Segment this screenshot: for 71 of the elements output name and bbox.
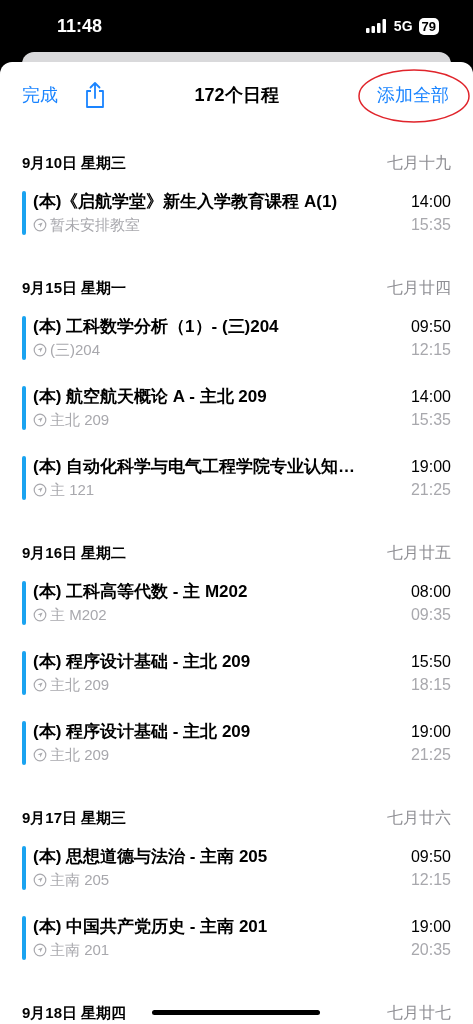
- battery-indicator: 79: [418, 17, 439, 35]
- event-title: (本) 自动化科学与电气工程学院专业认知…: [33, 456, 357, 478]
- start-time: 19:00: [410, 722, 451, 742]
- end-time: 12:15: [410, 870, 451, 890]
- start-time: 09:50: [410, 317, 451, 337]
- location-icon: [33, 748, 47, 762]
- event-location: 主北 209: [50, 675, 110, 695]
- share-icon[interactable]: [84, 81, 106, 109]
- end-time: 20:35: [410, 940, 451, 960]
- event-location: 主南 201: [50, 940, 110, 960]
- start-time: 19:00: [410, 457, 451, 477]
- event-location: 主 M202: [50, 605, 107, 625]
- calendar-color-bar: [22, 721, 26, 765]
- event-title: (本)《启航学堂》新生入学教育课程 A(1): [33, 191, 339, 213]
- lunar-date: 七月廿六: [387, 808, 451, 828]
- end-time: 12:15: [410, 340, 451, 360]
- location-icon: [33, 678, 47, 692]
- end-time: 18:15: [410, 675, 451, 695]
- start-time: 08:00: [410, 582, 451, 602]
- signal-icon: [365, 19, 388, 33]
- location-icon: [33, 943, 47, 957]
- event-title: (本) 中国共产党历史 - 主南 201: [33, 916, 269, 938]
- event-location: 主 121: [50, 480, 95, 500]
- day-header: 9月17日 星期三: [22, 807, 127, 828]
- event-title: (本) 工科数学分析（1）- (三)204: [33, 316, 280, 338]
- calendar-color-bar: [22, 916, 26, 960]
- event-title: (本) 程序设计基础 - 主北 209: [33, 721, 252, 743]
- day-header: 9月10日 星期三: [22, 152, 127, 173]
- end-time: 21:25: [410, 480, 451, 500]
- calendar-color-bar: [22, 386, 26, 430]
- status-time: 11:48: [57, 14, 103, 38]
- location-icon: [33, 608, 47, 622]
- event-location: (三)204: [50, 340, 101, 360]
- location-icon: [33, 483, 47, 497]
- start-time: 19:00: [410, 917, 451, 937]
- sheet-title: 172个日程: [194, 83, 279, 107]
- location-icon: [33, 413, 47, 427]
- start-time: 09:50: [410, 847, 451, 867]
- calendar-color-bar: [22, 651, 26, 695]
- location-icon: [33, 218, 47, 232]
- end-time: 09:35: [410, 605, 451, 625]
- calendar-color-bar: [22, 581, 26, 625]
- event-title: (本) 航空航天概论 A - 主北 209: [33, 386, 268, 408]
- day-header: 9月18日 星期四: [22, 1002, 127, 1023]
- end-time: 15:35: [410, 215, 451, 235]
- done-button[interactable]: 完成: [22, 81, 58, 109]
- day-header: 9月16日 星期二: [22, 542, 127, 563]
- calendar-color-bar: [22, 456, 26, 500]
- event-location: 暂未安排教室: [50, 215, 140, 235]
- event-location: 主北 209: [50, 410, 110, 430]
- calendar-color-bar: [22, 316, 26, 360]
- start-time: 15:50: [410, 652, 451, 672]
- lunar-date: 七月廿四: [387, 278, 451, 298]
- event-location: 主南 205: [50, 870, 110, 890]
- event-title: (本) 工科高等代数 - 主 M202: [33, 581, 249, 603]
- end-time: 15:35: [410, 410, 451, 430]
- location-icon: [33, 873, 47, 887]
- event-location: 主北 209: [50, 745, 110, 765]
- start-time: 14:00: [410, 192, 451, 212]
- event-title: (本) 程序设计基础 - 主北 209: [33, 651, 252, 673]
- location-icon: [33, 343, 47, 357]
- lunar-date: 七月廿七: [387, 1003, 451, 1023]
- lunar-date: 七月廿五: [387, 543, 451, 563]
- day-header: 9月15日 星期一: [22, 277, 127, 298]
- start-time: 14:00: [410, 387, 451, 407]
- calendar-color-bar: [22, 846, 26, 890]
- calendar-color-bar: [22, 191, 26, 235]
- event-title: (本) 思想道德与法治 - 主南 205: [33, 846, 269, 868]
- network-label: 5G: [393, 16, 413, 36]
- end-time: 21:25: [410, 745, 451, 765]
- lunar-date: 七月十九: [387, 153, 451, 173]
